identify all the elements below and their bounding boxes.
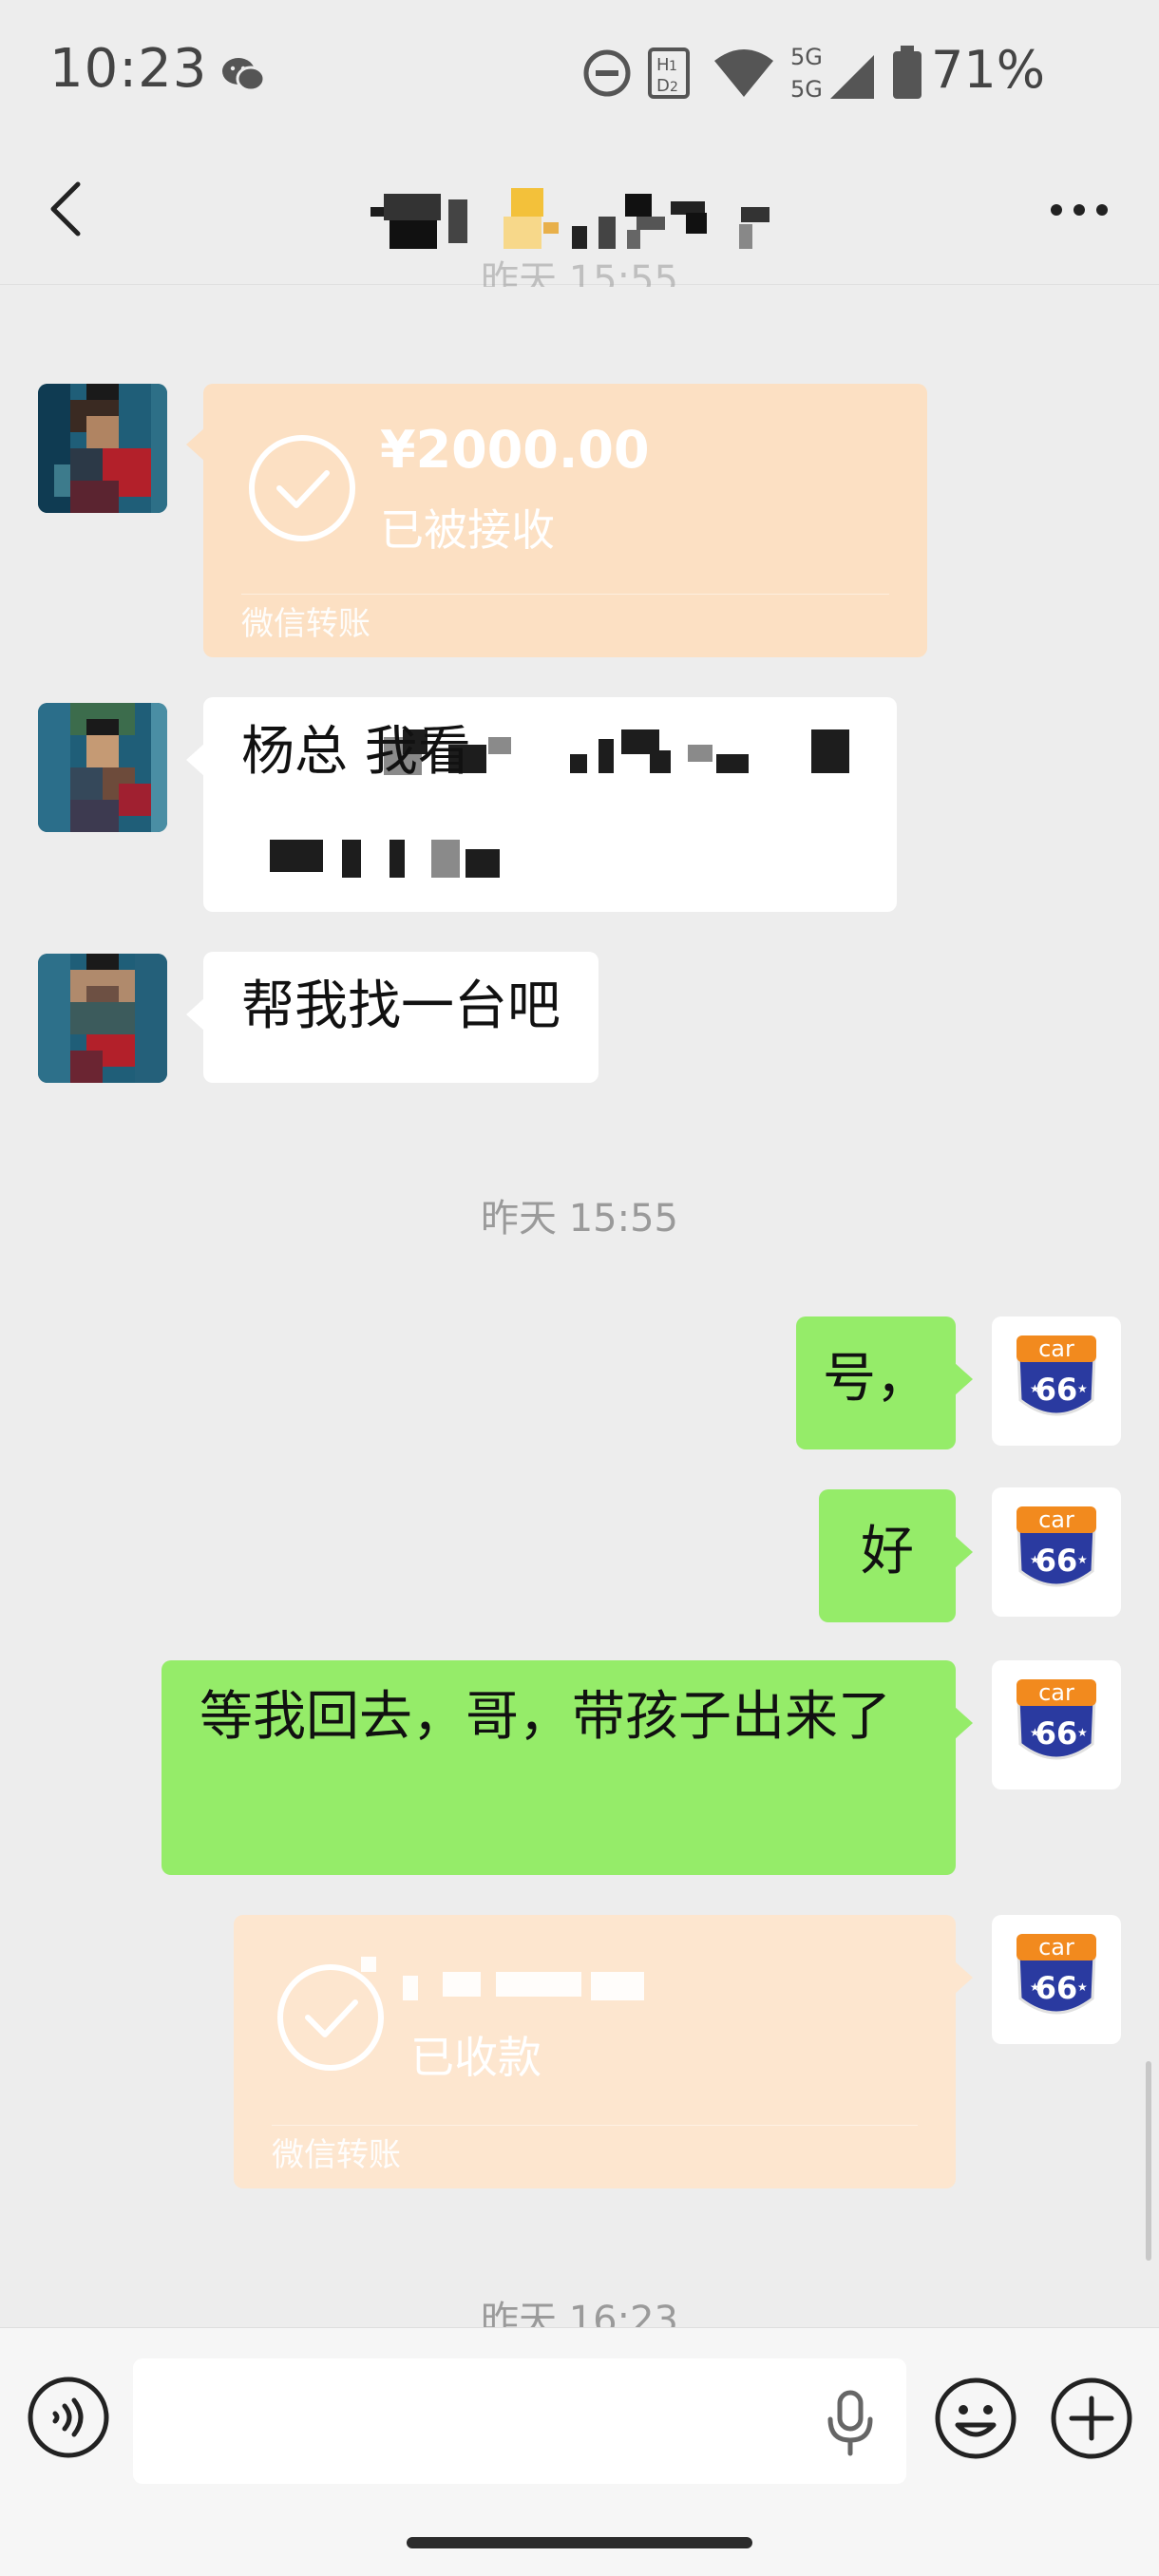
incoming-message[interactable]: 帮我找一台吧 (186, 952, 598, 1083)
svg-text:5G: 5G (790, 44, 823, 70)
svg-text:★: ★ (1077, 1726, 1088, 1739)
battery-icon (893, 46, 922, 99)
timestamp-top: 昨天 15:55 (481, 258, 678, 287)
svg-text:★: ★ (1077, 1553, 1088, 1566)
timestamp: 昨天 16:23 (481, 2299, 678, 2327)
message-text: 杨总 我看 (241, 721, 471, 783)
add-more-icon[interactable] (1049, 2376, 1134, 2461)
scrollbar[interactable] (1146, 2061, 1151, 2261)
svg-text:★: ★ (1077, 1382, 1088, 1395)
contact-avatar[interactable] (38, 703, 167, 832)
transfer-card-received[interactable]: ¥2000.00 已被接收 微信转账 (186, 384, 927, 657)
transfer-status: 已被接收 (380, 504, 555, 556)
message-text: 好 (861, 1521, 914, 1582)
svg-text:H: H (656, 55, 670, 75)
wifi-icon (714, 49, 773, 97)
incoming-message[interactable]: 杨总 我看 (186, 697, 897, 912)
contact-avatar[interactable] (38, 954, 167, 1083)
transfer-status: 已收款 (410, 2032, 542, 2083)
svg-text:car: car (1038, 1335, 1074, 1362)
checkmark-circle-icon (249, 435, 355, 541)
my-avatar[interactable]: car 66 ★ ★ (992, 1660, 1121, 1790)
outgoing-message[interactable]: 号， (796, 1316, 973, 1449)
home-indicator[interactable] (407, 2537, 752, 2548)
svg-text:66: 66 (1036, 1543, 1078, 1579)
battery-percent: 71% (931, 40, 1046, 100)
back-arrow-icon[interactable] (38, 179, 99, 239)
emoji-icon[interactable] (933, 2376, 1018, 2461)
status-time: 10:23 (49, 38, 208, 100)
my-avatar[interactable]: car 66 ★ ★ (992, 1915, 1121, 2044)
transfer-amount: ¥2000.00 (380, 420, 650, 480)
car-66-badge-icon: car 66 ★ ★ (1016, 1934, 1096, 2015)
transfer-footer: 微信转账 (272, 2136, 401, 2174)
svg-text:66: 66 (1036, 1715, 1078, 1752)
message-text: 号， (823, 1348, 929, 1410)
svg-text:2: 2 (670, 80, 678, 95)
more-options-icon[interactable] (1041, 196, 1117, 224)
svg-text:66: 66 (1036, 1970, 1078, 2006)
outgoing-message[interactable]: 等我回去，哥，带孩子出来了 (162, 1660, 973, 1875)
hd-icon: H 1 D 2 (648, 47, 690, 99)
my-avatar[interactable]: car 66 ★ ★ (992, 1316, 1121, 1446)
svg-text:5G: 5G (790, 76, 823, 103)
contact-avatar[interactable] (38, 384, 167, 513)
car-66-badge-icon: car 66 ★ ★ (1016, 1506, 1096, 1587)
message-input[interactable] (133, 2358, 906, 2484)
svg-text:car: car (1038, 1934, 1074, 1960)
outgoing-message[interactable]: 好 (819, 1489, 973, 1622)
svg-text:car: car (1038, 1679, 1074, 1706)
voice-input-toggle-icon[interactable] (27, 2376, 110, 2459)
message-text: 帮我找一台吧 (241, 975, 560, 1037)
input-bar (0, 2327, 1159, 2576)
message-text: 等我回去，哥，带孩子出来了 (200, 1686, 891, 1748)
signal-5g-icon: 5G 5G (790, 44, 874, 103)
svg-text:1: 1 (669, 59, 677, 74)
svg-text:★: ★ (1030, 1553, 1040, 1566)
svg-text:★: ★ (1030, 1980, 1040, 1994)
checkmark-circle-icon (277, 1964, 384, 2071)
svg-text:D: D (656, 76, 670, 96)
car-66-badge-icon: car 66 ★ ★ (1016, 1335, 1096, 1416)
svg-text:★: ★ (1030, 1382, 1040, 1395)
svg-text:★: ★ (1077, 1980, 1088, 1994)
svg-text:66: 66 (1036, 1372, 1078, 1408)
svg-text:car: car (1038, 1506, 1074, 1533)
car-66-badge-icon: car 66 ★ ★ (1016, 1679, 1096, 1760)
do-not-disturb-icon (583, 49, 631, 97)
transfer-card-sent[interactable]: 已收款 微信转账 (234, 1915, 973, 2188)
svg-text:★: ★ (1030, 1726, 1040, 1739)
transfer-footer: 微信转账 (241, 605, 370, 643)
microphone-icon[interactable] (825, 2389, 876, 2457)
wechat-notification-icon (222, 58, 266, 92)
timestamp: 昨天 15:55 (481, 1197, 678, 1241)
chat-title (370, 175, 788, 251)
status-bar: 10:23 H 1 D 2 5G 5G 71% (0, 0, 1159, 142)
my-avatar[interactable]: car 66 ★ ★ (992, 1487, 1121, 1617)
